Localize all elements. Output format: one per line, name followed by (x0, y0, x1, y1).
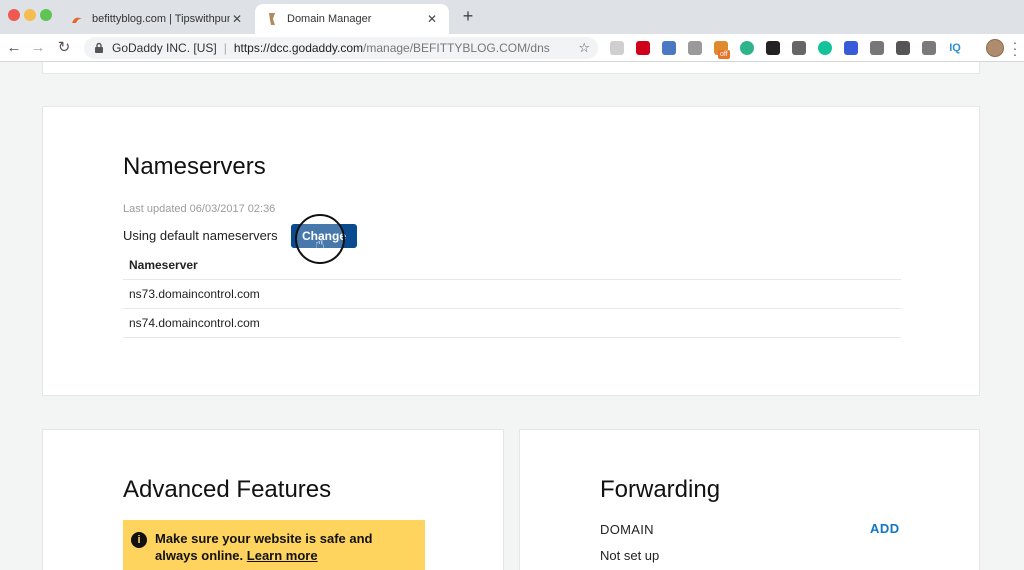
profile-avatar[interactable] (986, 39, 1004, 57)
reload-icon[interactable]: ↻ (54, 38, 74, 58)
extension-icon-8[interactable] (792, 41, 806, 55)
browser-toolbar: ← → ↻ GoDaddy INC. [US] | https://dcc.go… (0, 34, 1024, 62)
url-path: /manage/BEFITTYBLOG.COM/dns (363, 41, 550, 55)
add-forwarding-button[interactable]: ADD (870, 521, 900, 536)
browser-tab-bar: befittyblog.com | Tipswithpunc ✕ Domain … (0, 0, 1024, 34)
lock-icon (94, 42, 106, 54)
table-row: ns73.domaincontrol.com (123, 280, 901, 309)
extension-badge: off (718, 50, 730, 59)
extension-icon-4[interactable] (688, 41, 702, 55)
nameservers-card: Nameservers Last updated 06/03/2017 02:3… (42, 106, 980, 396)
table-header: Nameserver (123, 251, 901, 280)
tab-domain-manager[interactable]: Domain Manager ✕ (255, 4, 449, 34)
forwarding-title: Forwarding (600, 476, 721, 503)
learn-more-link[interactable]: Learn more (247, 548, 318, 563)
new-tab-button[interactable]: + (458, 6, 478, 28)
opera-icon[interactable] (636, 41, 650, 55)
nameserver-table: Nameserver ns73.domaincontrol.com ns74.d… (123, 251, 901, 338)
extension-icon-12[interactable] (896, 41, 910, 55)
address-bar[interactable]: GoDaddy INC. [US] | https://dcc.godaddy.… (84, 37, 598, 59)
tab-title: befittyblog.com | Tipswithpunc (92, 13, 230, 25)
close-tab-icon[interactable]: ✕ (425, 12, 439, 26)
close-tab-icon[interactable]: ✕ (230, 12, 244, 26)
forwarding-card: Forwarding DOMAIN ADD Not set up (519, 429, 980, 570)
maximize-window-button[interactable] (40, 9, 52, 21)
iq-icon[interactable]: IQ (948, 41, 962, 55)
url-host: https://dcc.godaddy.com (233, 41, 364, 55)
site-identity: GoDaddy INC. [US] (112, 41, 217, 55)
extension-icon-6[interactable] (740, 41, 754, 55)
nameservers-title: Nameservers (123, 153, 266, 180)
last-updated-text: Last updated 06/03/2017 02:36 (123, 203, 276, 215)
extension-icon-3[interactable] (662, 41, 676, 55)
forwarding-status: Not set up (600, 548, 660, 563)
minimize-window-button[interactable] (24, 9, 36, 21)
tab-title: Domain Manager (287, 13, 372, 25)
blog-favicon-icon (70, 12, 84, 26)
advanced-features-title: Advanced Features (123, 476, 332, 503)
camera-icon[interactable] (870, 41, 884, 55)
browser-menu-icon[interactable]: · · · (1010, 35, 1020, 61)
domain-forwarding-label: DOMAIN (600, 522, 654, 537)
extension-icon-13[interactable] (922, 41, 936, 55)
extension-icon-7[interactable] (766, 41, 780, 55)
website-safety-alert: i Make sure your website is safe and alw… (123, 520, 425, 570)
forward-arrow-icon[interactable]: → (28, 38, 48, 58)
nameserver-mode-text: Using default nameservers (123, 228, 278, 243)
tab-befittyblog[interactable]: befittyblog.com | Tipswithpunc ✕ (60, 4, 254, 34)
previous-card (42, 62, 980, 74)
extension-icon-1[interactable] (610, 41, 624, 55)
back-arrow-icon[interactable]: ← (4, 38, 24, 58)
info-icon: i (131, 532, 147, 548)
table-row: ns74.domaincontrol.com (123, 309, 901, 338)
close-window-button[interactable] (8, 9, 20, 21)
bookmark-star-icon[interactable]: ☆ (578, 40, 590, 56)
advanced-features-card: Advanced Features i Make sure your websi… (42, 429, 504, 570)
grammarly-icon[interactable] (818, 41, 832, 55)
godaddy-favicon-icon (265, 12, 279, 26)
extension-icon-10[interactable] (844, 41, 858, 55)
